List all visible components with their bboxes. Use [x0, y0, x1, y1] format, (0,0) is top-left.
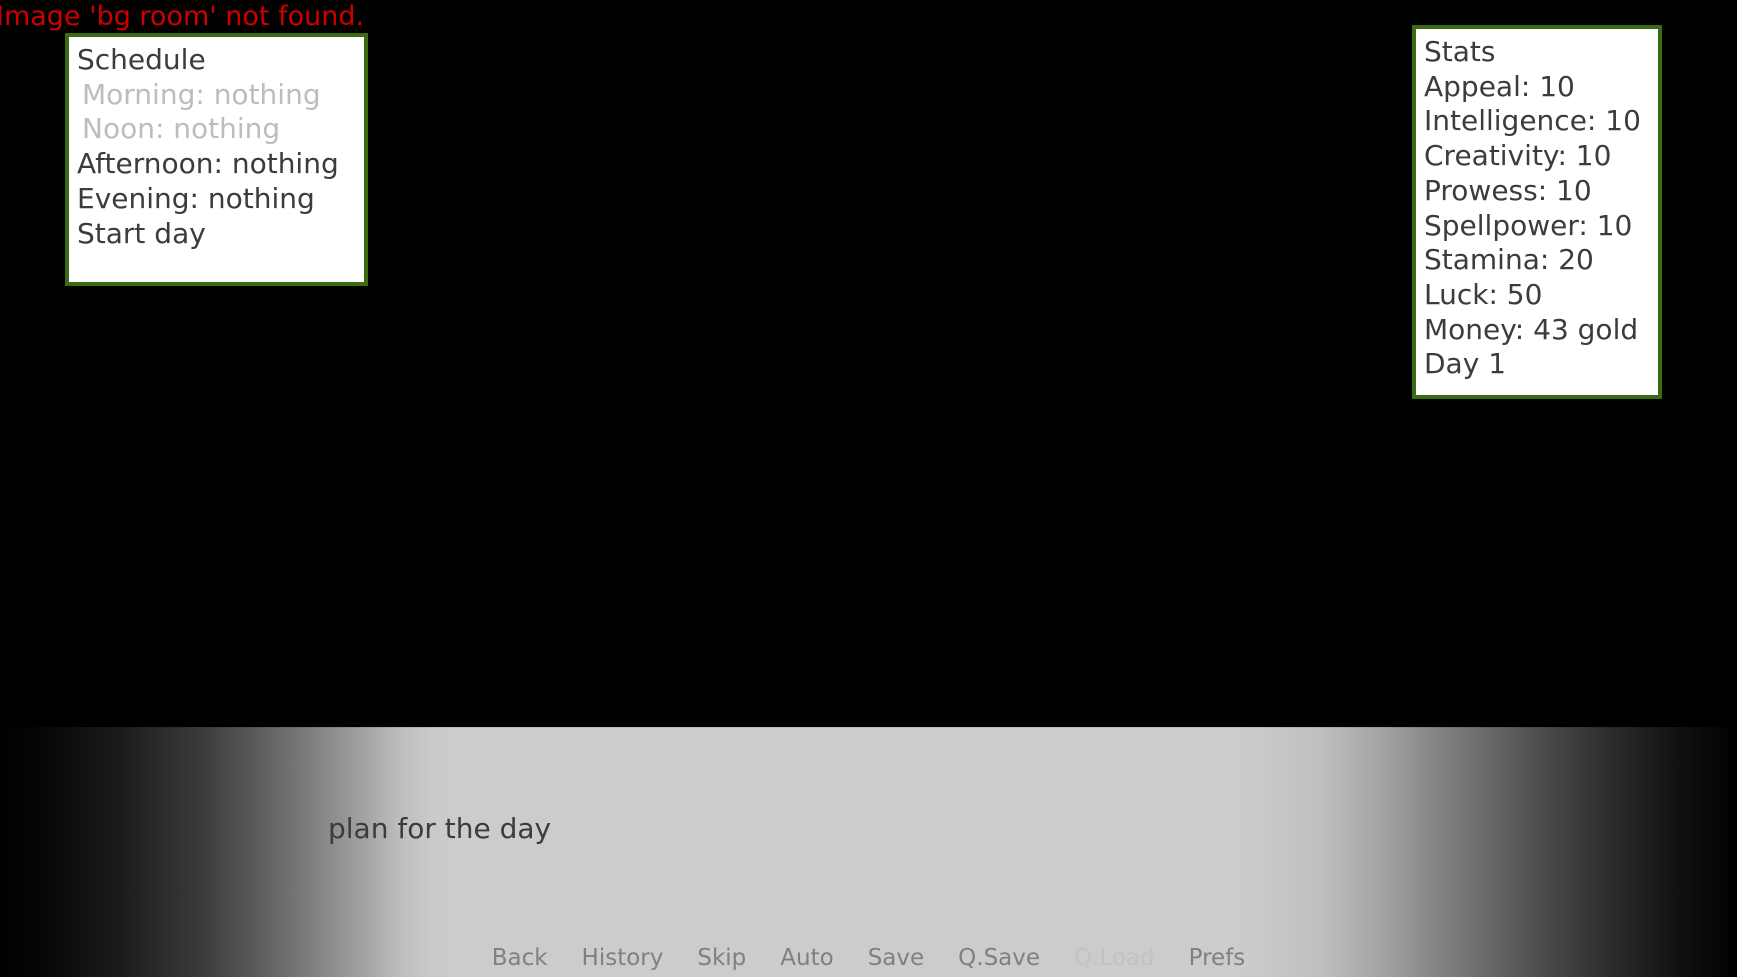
start-day-button[interactable]: Start day — [77, 217, 356, 252]
stat-appeal: Appeal: 10 — [1424, 69, 1575, 103]
missing-image-error-text: Image 'bg room' not found. — [0, 1, 365, 32]
schedule-slot-noon: Noon: nothing — [82, 112, 281, 146]
stat-day-counter: Day 1 — [1424, 347, 1507, 381]
dialogue-text: plan for the day — [328, 812, 552, 845]
quick-menu-quick-load-button: Q.Load — [1074, 945, 1155, 971]
stat-intelligence: Intelligence: 10 — [1424, 104, 1641, 138]
quick-menu-save-button[interactable]: Save — [868, 944, 924, 972]
stat-prowess: Prowess: 10 — [1424, 173, 1592, 207]
stat-luck: Luck: 50 — [1424, 277, 1543, 311]
stats-panel: Stats Appeal: 10 Intelligence: 10 Creati… — [1412, 25, 1662, 399]
quick-menu-auto-button[interactable]: Auto — [780, 944, 833, 972]
stat-spellpower: Spellpower: 10 — [1424, 208, 1633, 242]
schedule-slot-morning: Morning: nothing — [82, 77, 321, 111]
schedule-panel: Schedule Morning: nothing Noon: nothing … — [65, 33, 368, 286]
quick-menu-prefs-button[interactable]: Prefs — [1189, 944, 1246, 972]
dialogue-window[interactable]: plan for the day — [0, 723, 1737, 977]
quick-menu-quick-save-button[interactable]: Q.Save — [958, 944, 1040, 972]
schedule-slot-afternoon[interactable]: Afternoon: nothing — [77, 147, 356, 182]
schedule-panel-title: Schedule — [77, 43, 206, 76]
quick-menu-history-button[interactable]: History — [582, 944, 664, 972]
quick-menu-skip-button[interactable]: Skip — [697, 944, 746, 972]
quick-menu-back-button[interactable]: Back — [492, 944, 548, 972]
stats-panel-title: Stats — [1424, 35, 1496, 68]
stat-stamina: Stamina: 20 — [1424, 243, 1594, 277]
schedule-slot-evening[interactable]: Evening: nothing — [77, 182, 356, 217]
stat-money: Money: 43 gold — [1424, 312, 1639, 346]
stat-creativity: Creativity: 10 — [1424, 139, 1612, 173]
